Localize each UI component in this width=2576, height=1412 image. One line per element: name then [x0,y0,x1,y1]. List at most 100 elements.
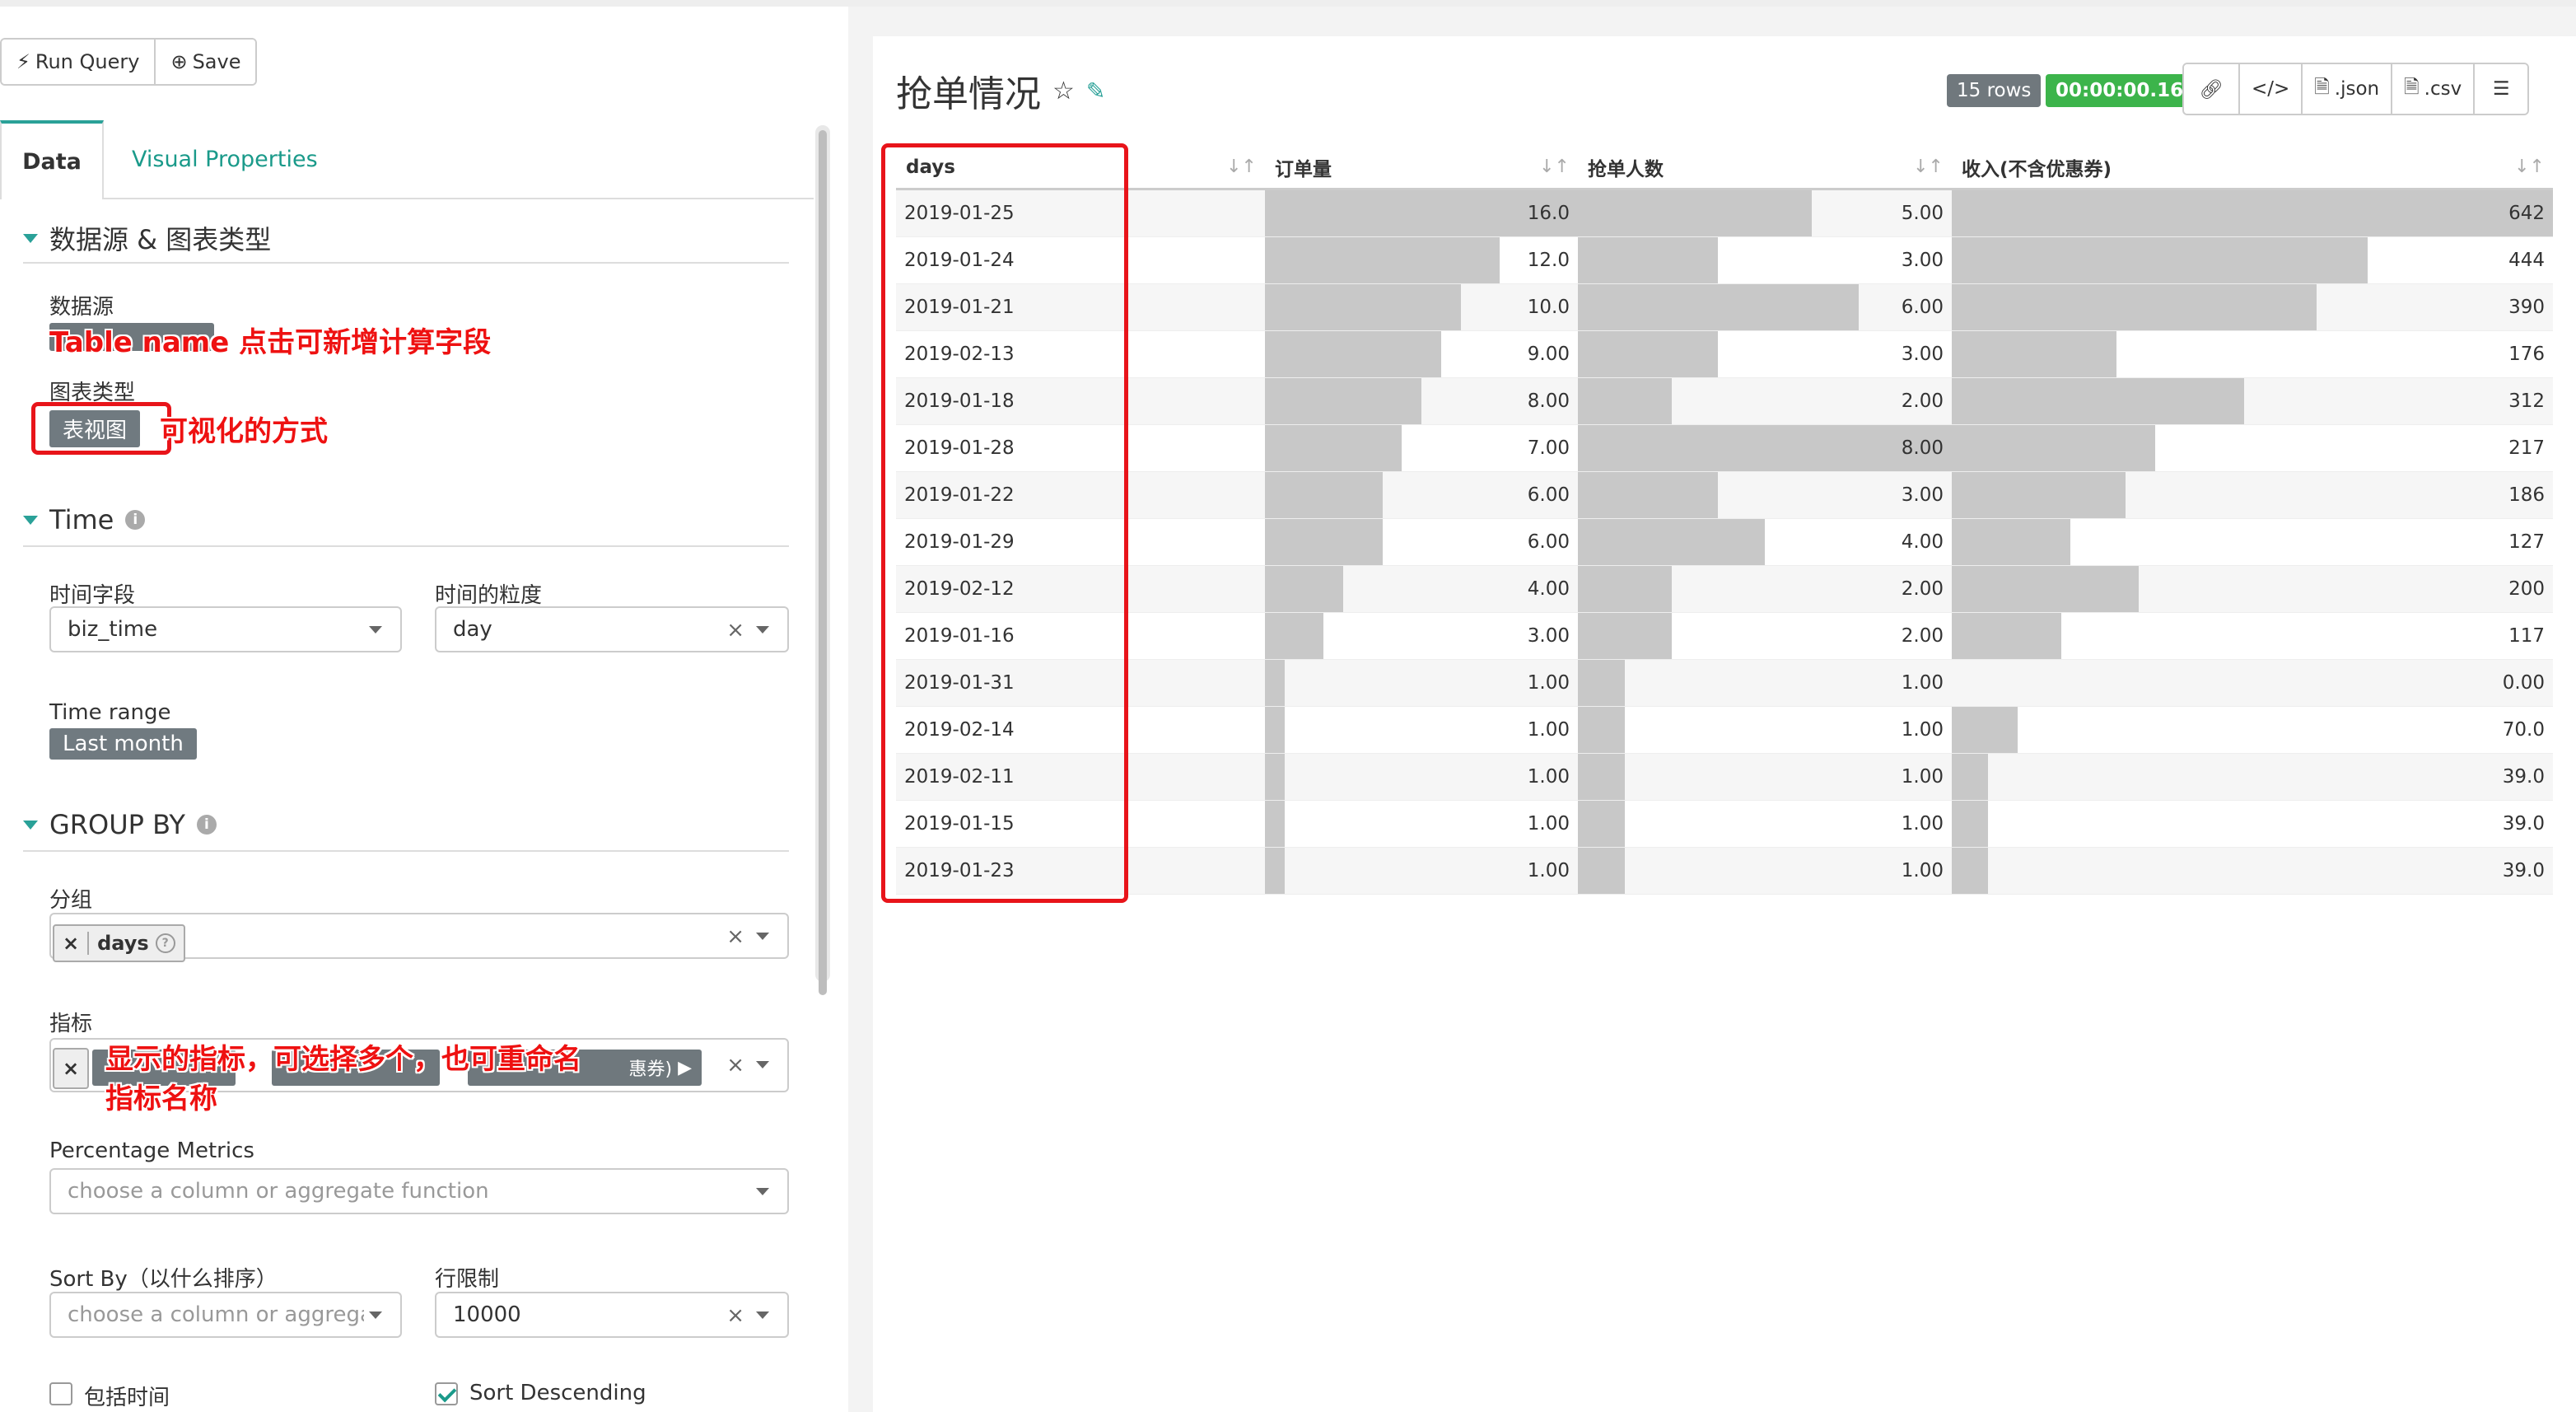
cell-bar [1265,848,1285,894]
datasource-label: 数据源 [49,295,114,320]
cell-people: 1.00 [1578,706,1952,754]
caret-down-icon [369,1311,382,1319]
close-icon[interactable]: × [726,1303,744,1328]
cell-bar [1578,378,1672,424]
cell-bar [1952,566,2140,612]
sort-icon[interactable]: ↓↑ [1913,157,1944,177]
json-button[interactable]: 🗎 .json [2301,64,2392,114]
close-icon[interactable]: × [726,1053,744,1078]
cell-bar [1952,237,2368,283]
chart-title: 抢单情况 ☆ ✎ [896,64,1105,117]
time-field-select[interactable]: biz_time [49,606,402,652]
close-icon[interactable]: × [726,924,744,949]
cell-income: 217 [1952,424,2553,472]
cell-value: 4.00 [1901,531,1944,553]
caret-down-icon [756,1311,769,1319]
column-header[interactable]: 抢单人数 ↓↑ [1578,147,1952,190]
column-header[interactable]: 收入(不含优惠券) ↓↑ [1952,147,2553,190]
sortby-select[interactable]: choose a column or aggrega... [49,1292,402,1338]
cell-people: 1.00 [1578,753,1952,801]
cell-bar [1265,425,1402,471]
cell-value: 3.00 [1901,484,1944,506]
link-button[interactable]: 🔗︎ [2184,64,2238,114]
column-header-label: 订单量 [1275,159,1332,180]
cell-orders: 6.00 [1265,518,1578,566]
percentage-metrics-select[interactable]: choose a column or aggregate function [49,1168,789,1214]
cell-bar [1578,613,1672,659]
tab-visual-properties[interactable]: Visual Properties [132,120,318,198]
info-icon: i [125,510,146,530]
run-query-label: Run Query [35,50,140,73]
close-icon[interactable]: × [54,932,90,955]
file-icon: 🗎 [2404,76,2420,98]
cell-value: 1.00 [1901,719,1944,741]
annotation-box-viz-type [31,402,171,455]
cell-value: 127 [2508,531,2545,553]
cell-orders: 1.00 [1265,847,1578,895]
table-row: 2019-01-21 10.0 6.00 390 [896,283,2553,331]
sort-icon[interactable]: ↓↑ [2514,157,2545,177]
cell-bar [1265,660,1285,706]
sort-descending-checkbox[interactable] [435,1382,458,1405]
table-row: 2019-02-11 1.00 1.00 39.0 [896,753,2553,801]
close-icon[interactable]: × [726,618,744,643]
row-limit-select[interactable]: 10000 × [435,1292,789,1338]
cell-bar [1578,331,1719,377]
annotation-box-days [881,143,1128,903]
caret-down-icon [23,820,38,830]
edit-icon[interactable]: ✎ [1086,77,1105,105]
table-row: 2019-01-24 12.0 3.00 444 [896,236,2553,284]
cell-income: 0.00 [1952,659,2553,707]
cell-income: 200 [1952,565,2553,613]
embed-button[interactable]: </> [2238,64,2302,114]
cell-value: 10.0 [1527,297,1570,318]
cell-people: 1.00 [1578,659,1952,707]
time-grain-label: 时间的粒度 [435,583,543,608]
sort-icon[interactable]: ↓↑ [1226,157,1257,177]
sort-icon[interactable]: ↓↑ [1539,157,1570,177]
tab-data[interactable]: Data [0,120,104,199]
cell-income: 117 [1952,612,2553,660]
column-header-label: 收入(不含优惠券) [1962,159,2112,180]
row-limit-label: 行限制 [435,1267,500,1292]
sortby-placeholder: choose a column or aggrega... [68,1302,364,1327]
cell-value: 186 [2508,484,2545,506]
cell-bar [1578,425,1952,471]
cell-orders: 1.00 [1265,706,1578,754]
menu-button[interactable]: ☰ [2473,64,2528,114]
scrollbar-thumb[interactable] [819,130,827,995]
column-header[interactable]: 订单量 ↓↑ [1265,147,1578,190]
divider [23,850,789,852]
section-groupby[interactable]: GROUP BY i [23,809,217,840]
table-row: 2019-02-14 1.00 1.00 70.0 [896,706,2553,754]
time-grain-select[interactable]: day × [435,606,789,652]
control-panel: ⚡ Run Query ⊕ Save Data Visual Propertie… [0,7,845,1412]
query-time-badge: 00:00:00.16 [2046,74,2194,107]
cell-value: 9.00 [1527,344,1570,365]
csv-button[interactable]: 🗎 .csv [2391,64,2474,114]
cell-bar [1952,613,2062,659]
time-range-value[interactable]: Last month [49,728,197,760]
panel-gutter [848,7,873,1412]
cell-bar [1952,378,2244,424]
run-query-button[interactable]: ⚡ Run Query [2,40,155,84]
groupby-tag-days[interactable]: × days? [53,924,185,962]
cell-bar [1265,284,1461,330]
chart-title-text[interactable]: 抢单情况 [896,64,1041,117]
csv-label: .csv [2424,78,2462,100]
cell-bar [1578,190,1812,236]
include-time-checkbox[interactable] [49,1382,72,1405]
cell-value: 3.00 [1901,344,1944,365]
divider [23,545,789,547]
section-time[interactable]: Time i [23,504,146,535]
table-row: 2019-01-23 1.00 1.00 39.0 [896,847,2553,895]
save-button[interactable]: ⊕ Save [154,40,256,84]
caret-down-icon [756,1188,769,1195]
section-datasource[interactable]: 数据源 & 图表类型 [23,219,271,257]
table-row: 2019-02-13 9.00 3.00 176 [896,330,2553,378]
cell-value: 1.00 [1527,672,1570,694]
cell-bar [1578,848,1625,894]
cell-value: 2.00 [1901,390,1944,412]
star-icon[interactable]: ☆ [1052,77,1075,105]
metric-remove[interactable]: × [53,1048,90,1089]
